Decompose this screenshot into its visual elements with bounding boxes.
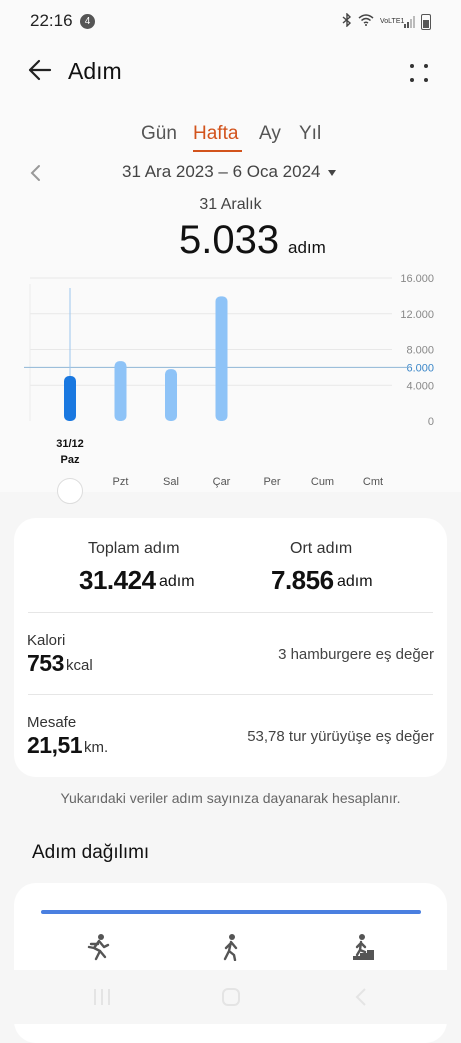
calorie-label: Kalori	[27, 632, 66, 649]
avg-steps-label: Ort adım	[290, 540, 353, 557]
recent-apps-icon[interactable]	[91, 986, 113, 1008]
x-tick-label: Cum	[311, 476, 334, 488]
y-tick-label: 0	[428, 416, 434, 428]
total-steps-value: 31.424	[79, 565, 156, 595]
distance-unit: km.	[84, 739, 109, 756]
battery-icon	[421, 13, 431, 30]
back-nav-icon[interactable]	[350, 986, 372, 1008]
y-tick-label: 16.000	[400, 273, 434, 285]
tab-year[interactable]: Yıl	[299, 123, 321, 145]
status-icons: VoLTE1	[342, 12, 431, 30]
more-options-icon[interactable]	[404, 58, 434, 88]
x-tick-label: Paz	[61, 454, 80, 466]
status-time: 22:16	[30, 11, 73, 30]
system-nav-bar	[0, 970, 461, 1024]
period-tabs: Gün Hafta Ay Yıl	[0, 120, 461, 154]
volte-label: VoLTE1	[380, 17, 405, 25]
data-source-note: Yukarıdaki veriler adım sayınıza dayanar…	[60, 790, 401, 806]
chart-bar	[64, 376, 76, 421]
distance-label: Mesafe	[27, 714, 77, 731]
active-tab-indicator	[193, 150, 242, 152]
distance-value: 21,51	[27, 732, 83, 758]
selected-date-label: 31/12	[56, 438, 84, 450]
total-steps-unit: adım	[159, 573, 195, 590]
avg-steps-value: 7.856	[271, 565, 334, 595]
summary-card: Toplam adım 31.424 adım Ort adım 7.856 a…	[14, 518, 447, 777]
tab-month[interactable]: Ay	[259, 123, 281, 145]
y-tick-label: 6.000	[406, 362, 434, 374]
y-tick-label: 8.000	[406, 345, 434, 357]
wifi-icon	[358, 14, 374, 29]
chart-bar	[215, 296, 228, 421]
selected-day-marker[interactable]	[57, 478, 83, 504]
tab-week[interactable]: Hafta	[193, 123, 238, 145]
x-tick-label: Cmt	[363, 476, 383, 488]
bluetooth-icon	[342, 12, 352, 30]
selected-step-unit: adım	[288, 238, 326, 257]
calorie-value: 753	[27, 650, 64, 676]
x-tick-label: Çar	[213, 476, 231, 488]
y-tick-label: 12.000	[400, 309, 434, 321]
x-tick-label: Per	[263, 476, 280, 488]
selected-day-label: 31 Aralık	[199, 196, 262, 213]
y-tick-label: 4.000	[406, 380, 434, 392]
distribution-bar	[41, 910, 421, 914]
divider	[28, 694, 433, 695]
distance-equivalent: 53,78 tur yürüyüşe eş değer	[247, 728, 434, 745]
tab-day[interactable]: Gün	[141, 123, 177, 145]
page-title: Adım	[68, 58, 122, 84]
chart-bar	[114, 361, 127, 421]
walking-icon	[223, 934, 238, 961]
x-tick-label: Pzt	[113, 476, 129, 488]
total-steps-label: Toplam adım	[88, 540, 180, 557]
chevron-down-icon[interactable]	[328, 170, 336, 176]
signal-icon	[404, 15, 415, 28]
selected-step-value: 5.033	[179, 218, 280, 262]
running-icon	[87, 934, 110, 961]
calorie-unit: kcal	[66, 657, 93, 674]
status-bar: 22:16 4 VoLTE1	[0, 0, 461, 44]
weekly-steps-chart[interactable]: 16.000 12.000 8.000 6.000 4.000 0 Paz 31/12 Pzt S…	[0, 270, 461, 490]
x-tick-label: Sal	[163, 476, 179, 488]
back-arrow-icon[interactable]	[26, 56, 54, 84]
date-range[interactable]: 31 Ara 2023 – 6 Oca 2024	[122, 162, 321, 182]
calorie-equivalent: 3 hamburgere eş değer	[278, 646, 434, 663]
chart-bar	[165, 369, 177, 421]
notification-count-badge: 4	[80, 14, 95, 29]
avg-steps-unit: adım	[337, 573, 373, 590]
climbing-stairs-icon	[353, 934, 374, 960]
section-title: Adım dağılımı	[32, 842, 150, 863]
home-icon[interactable]	[220, 986, 242, 1008]
divider	[28, 612, 433, 613]
previous-period-icon[interactable]	[26, 162, 46, 184]
